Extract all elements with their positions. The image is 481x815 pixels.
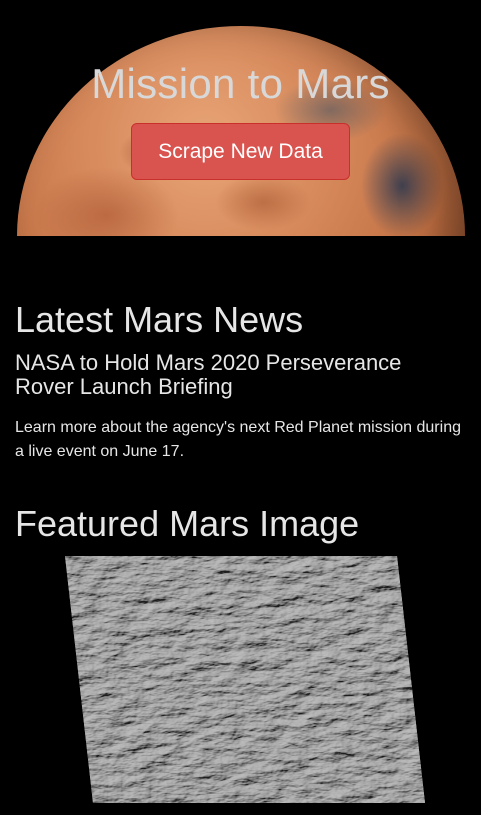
page-title: Mission to Mars (91, 60, 390, 107)
news-headline: NASA to Hold Mars 2020 Perseverance Rove… (15, 350, 402, 399)
hero-jumbotron: Mission to Mars Scrape New Data (16, 0, 465, 236)
scrape-new-data-button[interactable]: Scrape New Data (131, 123, 350, 180)
featured-mars-image (65, 556, 425, 803)
featured-image-section-title: Featured Mars Image (15, 503, 360, 544)
page: Mission to Mars Scrape New Data Latest M… (0, 0, 481, 815)
news-teaser: Learn more about the agency's next Red P… (15, 419, 461, 460)
news-section-title: Latest Mars News (15, 299, 304, 340)
